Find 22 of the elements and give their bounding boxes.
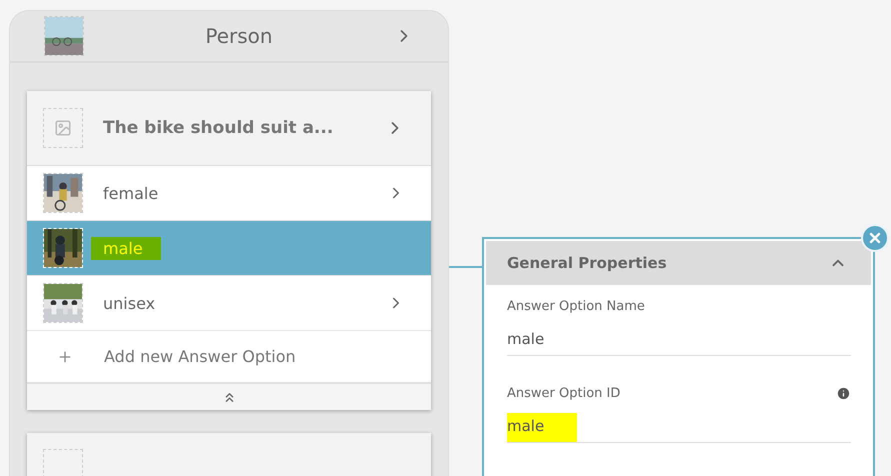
answer-option[interactable]: female — [27, 166, 431, 221]
section-title: General Properties — [507, 254, 667, 272]
answer-option[interactable]: unisex — [27, 276, 431, 331]
close-icon — [867, 230, 883, 246]
field-label: Answer Option Name — [507, 299, 645, 314]
option-label: female — [103, 184, 158, 202]
plus-icon — [57, 348, 73, 364]
category-header[interactable]: Person — [10, 11, 448, 63]
question-row[interactable]: The bike should suit a... — [27, 91, 431, 166]
info-icon[interactable] — [836, 386, 851, 401]
option-label: male — [91, 236, 161, 260]
image-placeholder-icon — [43, 108, 83, 148]
text-field[interactable]: male — [507, 413, 851, 443]
field-label: Answer Option ID — [507, 386, 620, 401]
text-field[interactable]: male — [507, 326, 851, 356]
question-title: The bike should suit a... — [103, 118, 334, 138]
option-label: unisex — [103, 294, 156, 312]
answer-option[interactable]: male — [27, 221, 431, 276]
category-title: Person — [204, 24, 274, 48]
close-button[interactable] — [861, 224, 889, 252]
add-option-label: Add new Answer Option — [104, 347, 296, 366]
section-header[interactable]: General Properties — [486, 241, 871, 285]
